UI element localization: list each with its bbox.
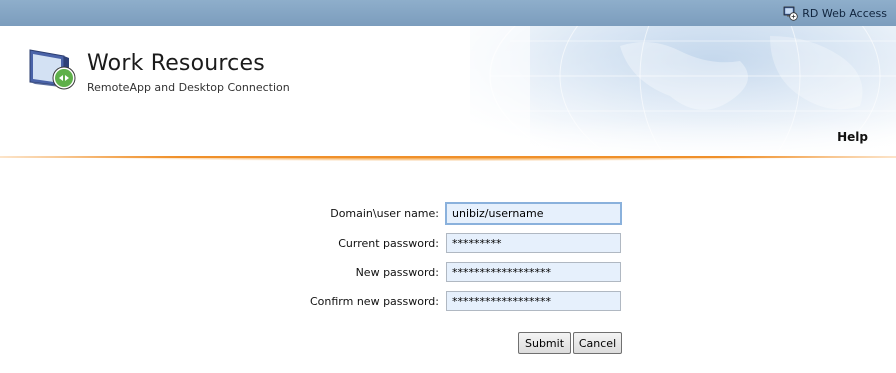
form-row-new-password: New password:	[0, 262, 896, 284]
submit-button[interactable]: Submit	[518, 332, 571, 354]
form-row-current-password: Current password:	[0, 233, 896, 255]
cancel-button[interactable]: Cancel	[573, 332, 622, 354]
new-password-input[interactable]	[446, 262, 621, 282]
globe-background	[470, 26, 896, 150]
page-subtitle: RemoteApp and Desktop Connection	[87, 81, 290, 94]
current-password-input[interactable]	[446, 233, 621, 253]
confirm-password-label: Confirm new password:	[309, 295, 439, 308]
remoteapp-monitor-icon	[29, 49, 76, 90]
form-row-confirm-password: Confirm new password:	[0, 291, 896, 313]
rd-web-access-label: RD Web Access	[802, 6, 887, 20]
confirm-password-input[interactable]	[446, 291, 621, 311]
form-row-username: Domain\user name:	[0, 202, 896, 225]
current-password-label: Current password:	[338, 237, 439, 250]
rd-web-access-link[interactable]: RD Web Access	[783, 5, 887, 21]
page-title: Work Resources	[87, 51, 265, 76]
username-input[interactable]	[445, 202, 622, 225]
new-password-label: New password:	[355, 266, 439, 279]
help-link[interactable]: Help	[837, 130, 868, 144]
orange-divider	[0, 156, 896, 158]
top-bar: RD Web Access	[0, 0, 896, 26]
header-banner: Work Resources RemoteApp and Desktop Con…	[0, 26, 896, 150]
rd-web-access-icon	[783, 6, 798, 21]
username-label: Domain\user name:	[330, 207, 439, 220]
